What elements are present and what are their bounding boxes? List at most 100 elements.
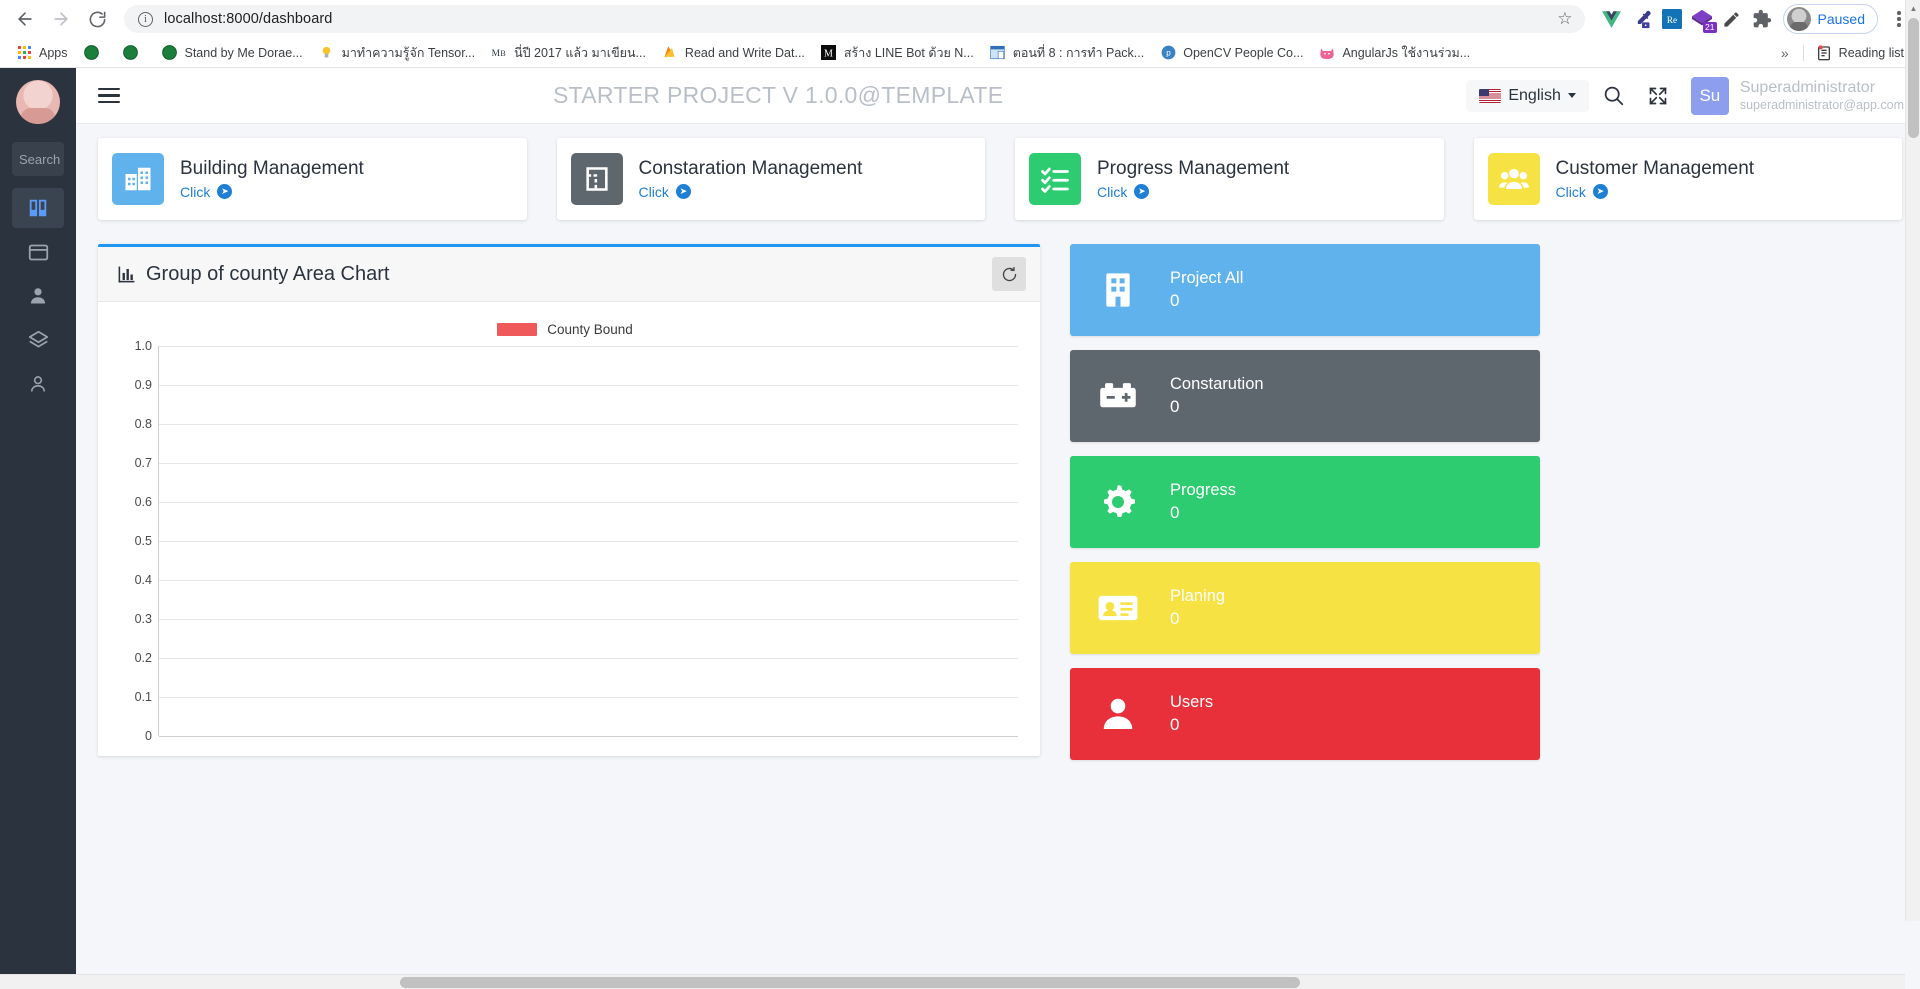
reading-list-icon: [1816, 44, 1832, 61]
stat-card-constarution[interactable]: Constarution 0: [1070, 350, 1540, 442]
firebase-icon: [662, 45, 678, 61]
quick-card-progress-management[interactable]: Progress Management Click ➤: [1015, 138, 1444, 220]
profile-paused-chip[interactable]: Paused: [1782, 4, 1878, 34]
bookmark-item[interactable]: [115, 42, 154, 64]
search-input[interactable]: Search: [12, 142, 64, 176]
bookmark-apps[interactable]: Apps: [8, 42, 76, 64]
vertical-scrollbar[interactable]: ▲: [1905, 0, 1920, 921]
bookmark-label: สร้าง LINE Bot ด้วย N...: [843, 45, 974, 60]
window-icon: [990, 45, 1006, 61]
checklist-icon: [1029, 153, 1081, 205]
quick-card-customer-management[interactable]: Customer Management Click ➤: [1473, 138, 1902, 220]
sidebar-item-layers[interactable]: [12, 320, 64, 360]
chart-panel-header: Group of county Area Chart: [98, 247, 1040, 302]
language-label: English: [1508, 86, 1561, 104]
stat-card-text: Constarution 0: [1170, 373, 1264, 418]
expand-icon[interactable]: [1639, 77, 1677, 115]
stat-card-users[interactable]: Users 0: [1070, 668, 1540, 760]
badge-extension-icon[interactable]: 21: [1689, 6, 1717, 33]
y-axis-labels: 1.0 0.9 0.8 0.7 0.6 0.5 0.4 0.3 0.2 0.1: [112, 339, 152, 743]
python-icon: p: [1160, 45, 1176, 61]
user-avatar-initials: Su: [1690, 76, 1729, 115]
horizontal-scrollbar-thumb[interactable]: [400, 977, 1300, 988]
sidebar: Search: [0, 68, 76, 989]
bookmark-item[interactable]: AngularJs ใช้งานร่วม...: [1311, 40, 1478, 66]
building-icon: [1096, 268, 1140, 312]
chevron-down-icon: [1567, 93, 1576, 98]
bookmark-label: นี่ปี 2017 แล้ว มาเขียน...: [514, 45, 646, 60]
y-tick: 0.7: [134, 456, 152, 470]
site-info-icon[interactable]: i: [138, 11, 153, 27]
people-icon: [1487, 153, 1540, 205]
quick-card-link[interactable]: Click ➤: [180, 184, 364, 200]
quick-card-building-management[interactable]: Building Management Click ➤: [98, 138, 527, 220]
y-tick: 0.1: [134, 690, 152, 704]
address-bar[interactable]: i localhost:8000/dashboard ☆: [124, 5, 1585, 33]
chart-title-text: Group of county Area Chart: [146, 262, 390, 285]
bookmark-item[interactable]: มาทำความรู้จัก Tensor...: [311, 40, 483, 66]
quick-card-text: Building Management Click ➤: [180, 158, 364, 200]
quick-card-link[interactable]: Click ➤: [1097, 184, 1289, 200]
scroll-up-arrow[interactable]: ▲: [1906, 0, 1920, 16]
medium-square-icon: M: [821, 45, 837, 61]
chart-plot-area: 1.0 0.9 0.8 0.7 0.6 0.5 0.4 0.3 0.2 0.1: [112, 339, 1018, 743]
y-tick: 0.3: [134, 612, 152, 626]
chart-gridlines: [158, 346, 1018, 737]
bookmark-item[interactable]: Read and Write Dat...: [654, 42, 813, 64]
vertical-scrollbar-thumb[interactable]: [1908, 18, 1919, 138]
puzzle-extensions-icon[interactable]: [1749, 6, 1775, 32]
extension-icons: Re 21: [1595, 6, 1775, 33]
sidebar-item-window[interactable]: [12, 232, 64, 272]
chart-panel-title: Group of county Area Chart: [117, 263, 992, 286]
quick-card-constaration-management[interactable]: Constaration Management Click ➤: [556, 138, 985, 220]
refresh-icon[interactable]: [992, 257, 1026, 291]
arrow-right-icon: ➤: [1592, 184, 1608, 200]
bookmark-star-icon[interactable]: ☆: [1557, 9, 1572, 29]
stat-card-planing[interactable]: Planing 0: [1070, 562, 1540, 654]
language-selector[interactable]: English: [1466, 79, 1589, 112]
stat-card-project-all[interactable]: Project All 0: [1070, 244, 1540, 336]
battery-icon: [1096, 374, 1140, 418]
bookmark-item[interactable]: p OpenCV People Co...: [1152, 42, 1311, 64]
y-tick: 0.8: [134, 417, 152, 431]
back-button[interactable]: [8, 2, 42, 36]
legend-label-county-bound: County Bound: [547, 321, 633, 337]
bookmark-item[interactable]: M สร้าง LINE Bot ด้วย N...: [813, 40, 982, 66]
user-identity: Superadministrator superadministrator@ap…: [1740, 78, 1904, 114]
bookmarks-overflow-button[interactable]: »: [1771, 45, 1799, 61]
sidebar-item-user[interactable]: [12, 276, 64, 316]
user-menu[interactable]: Su Superadministrator superadministrator…: [1690, 76, 1904, 115]
svg-text:B: B: [500, 49, 505, 58]
horizontal-scrollbar[interactable]: [0, 974, 1905, 989]
bookmark-label: Stand by Me Dorae...: [184, 45, 303, 60]
vue-devtools-icon[interactable]: [1599, 6, 1625, 32]
reload-button[interactable]: [80, 2, 114, 36]
stat-value: 0: [1170, 714, 1180, 734]
quick-card-link[interactable]: Click ➤: [1556, 184, 1755, 200]
sidebar-item-dashboard[interactable]: [12, 188, 64, 228]
avatar[interactable]: [16, 80, 60, 124]
eyedropper-icon[interactable]: [1629, 6, 1655, 32]
bookmark-item[interactable]: ตอนที่ 8 : การทำ Pack...: [982, 40, 1153, 66]
stat-label: Planing: [1170, 587, 1226, 606]
bookmark-label: Apps: [39, 45, 68, 60]
bookmarks-bar: Apps Stand by Me Dorae... มาทำความรู้จัก…: [0, 38, 1920, 68]
extension-badge-count: 21: [1703, 22, 1717, 33]
bookmark-item[interactable]: [76, 42, 115, 64]
bookmark-item[interactable]: MB นี่ปี 2017 แล้ว มาเขียน...: [483, 40, 654, 66]
forward-button[interactable]: [44, 2, 78, 36]
quick-card-link[interactable]: Click ➤: [639, 184, 863, 200]
reading-list-button[interactable]: Reading list: [1808, 42, 1912, 64]
stat-card-text: Progress 0: [1170, 479, 1236, 524]
search-icon[interactable]: [1595, 77, 1633, 115]
top-navbar: STARTER PROJECT V 1.0.0@TEMPLATE English…: [76, 68, 1920, 124]
sidebar-item-account[interactable]: [12, 364, 64, 404]
stat-card-progress[interactable]: Progress 0: [1070, 456, 1540, 548]
pencil-extension-icon[interactable]: [1719, 6, 1745, 32]
svg-text:p: p: [1166, 49, 1171, 58]
stats-column: Project All 0 Constarution 0 Progress 0 …: [1070, 244, 1540, 760]
bookmark-item[interactable]: Stand by Me Dorae...: [154, 42, 311, 64]
redux-devtools-icon[interactable]: Re: [1659, 6, 1685, 32]
bookmark-label: Read and Write Dat...: [684, 45, 805, 60]
y-tick: 1.0: [134, 339, 152, 353]
